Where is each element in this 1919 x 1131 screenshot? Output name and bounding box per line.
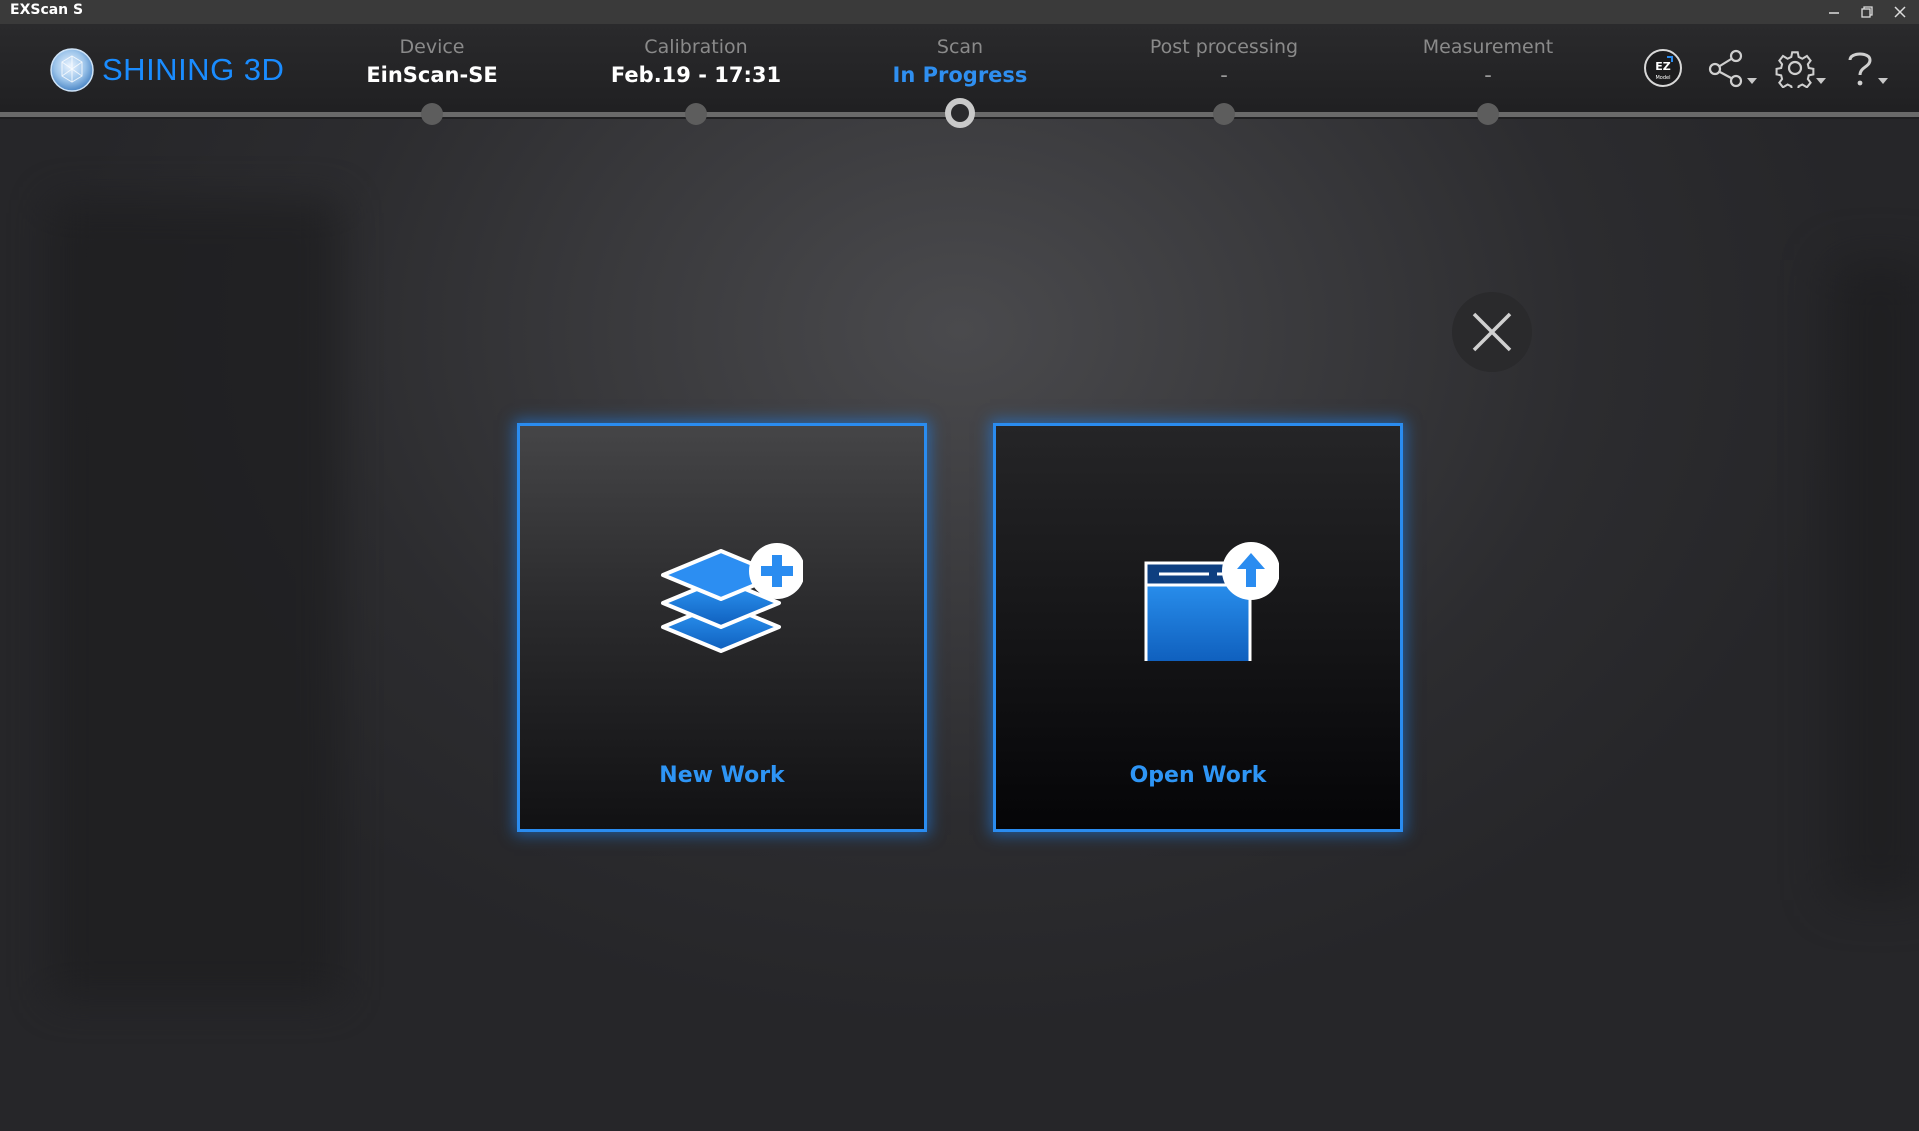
step-node-device[interactable]	[421, 103, 443, 125]
minimize-icon	[1829, 12, 1839, 14]
step-post-processing[interactable]: Post processing -	[1104, 34, 1344, 90]
title-bar: EXScan S	[0, 0, 1919, 24]
chevron-down-icon	[1878, 78, 1888, 84]
step-label: Measurement	[1422, 36, 1554, 58]
step-value: EinScan-SE	[366, 63, 498, 87]
open-work-label: Open Work	[1129, 763, 1267, 788]
step-value: -	[1220, 63, 1228, 87]
svg-text:Model: Model	[1655, 75, 1670, 81]
step-label: Post processing	[1149, 36, 1299, 58]
close-icon	[1472, 312, 1512, 352]
step-label: Calibration	[644, 36, 748, 58]
step-label: Device	[399, 36, 465, 58]
step-node-scan[interactable]	[945, 98, 975, 128]
close-window-icon	[1894, 6, 1906, 18]
step-scan[interactable]: Scan In Progress	[840, 34, 1080, 90]
chevron-down-icon	[1747, 78, 1757, 84]
close-dialog-button[interactable]	[1452, 292, 1532, 372]
close-window-button[interactable]	[1884, 0, 1916, 24]
open-file-upload-icon	[1144, 542, 1279, 661]
restore-button[interactable]	[1851, 0, 1883, 24]
settings-button[interactable]	[1775, 48, 1826, 88]
chevron-down-icon	[1816, 78, 1826, 84]
app-window: EXScan S SHINING 3D Device EinScan-SE Ca…	[0, 0, 1919, 1131]
step-value: Feb.19 - 17:31	[610, 63, 782, 87]
step-value: -	[1484, 63, 1492, 87]
help-button[interactable]	[1843, 48, 1888, 88]
ez-model-button[interactable]: EZ Model	[1643, 48, 1683, 88]
help-question-icon	[1848, 52, 1872, 86]
step-measurement[interactable]: Measurement -	[1368, 34, 1608, 90]
step-value: In Progress	[892, 63, 1028, 87]
new-work-button[interactable]: New Work	[517, 423, 927, 832]
step-node-calibration[interactable]	[685, 103, 707, 125]
window-title: EXScan S	[10, 2, 84, 18]
step-label: Scan	[936, 36, 984, 58]
share-button[interactable]	[1706, 48, 1757, 88]
shining3d-logo-icon	[50, 48, 94, 92]
step-node-measurement[interactable]	[1477, 103, 1499, 125]
brand-logo: SHINING 3D	[50, 48, 284, 92]
settings-gear-icon	[1775, 51, 1815, 88]
step-calibration[interactable]: Calibration Feb.19 - 17:31	[576, 34, 816, 90]
step-device[interactable]: Device EinScan-SE	[312, 34, 552, 90]
workflow-header: SHINING 3D Device EinScan-SE Calibration…	[0, 24, 1919, 128]
background-shadow	[1830, 260, 1919, 900]
restore-icon	[1861, 6, 1873, 18]
open-work-button[interactable]: Open Work	[993, 423, 1403, 832]
minimize-button[interactable]	[1818, 0, 1850, 24]
svg-text:EZ: EZ	[1655, 60, 1671, 73]
brand-name: SHINING 3D	[102, 52, 285, 87]
new-work-label: New Work	[659, 763, 785, 788]
share-icon	[1708, 49, 1743, 88]
step-node-post-processing[interactable]	[1213, 103, 1235, 125]
ez-model-icon: EZ Model	[1644, 49, 1682, 87]
background-shadow	[50, 200, 340, 1000]
new-layers-plus-icon	[661, 543, 803, 653]
